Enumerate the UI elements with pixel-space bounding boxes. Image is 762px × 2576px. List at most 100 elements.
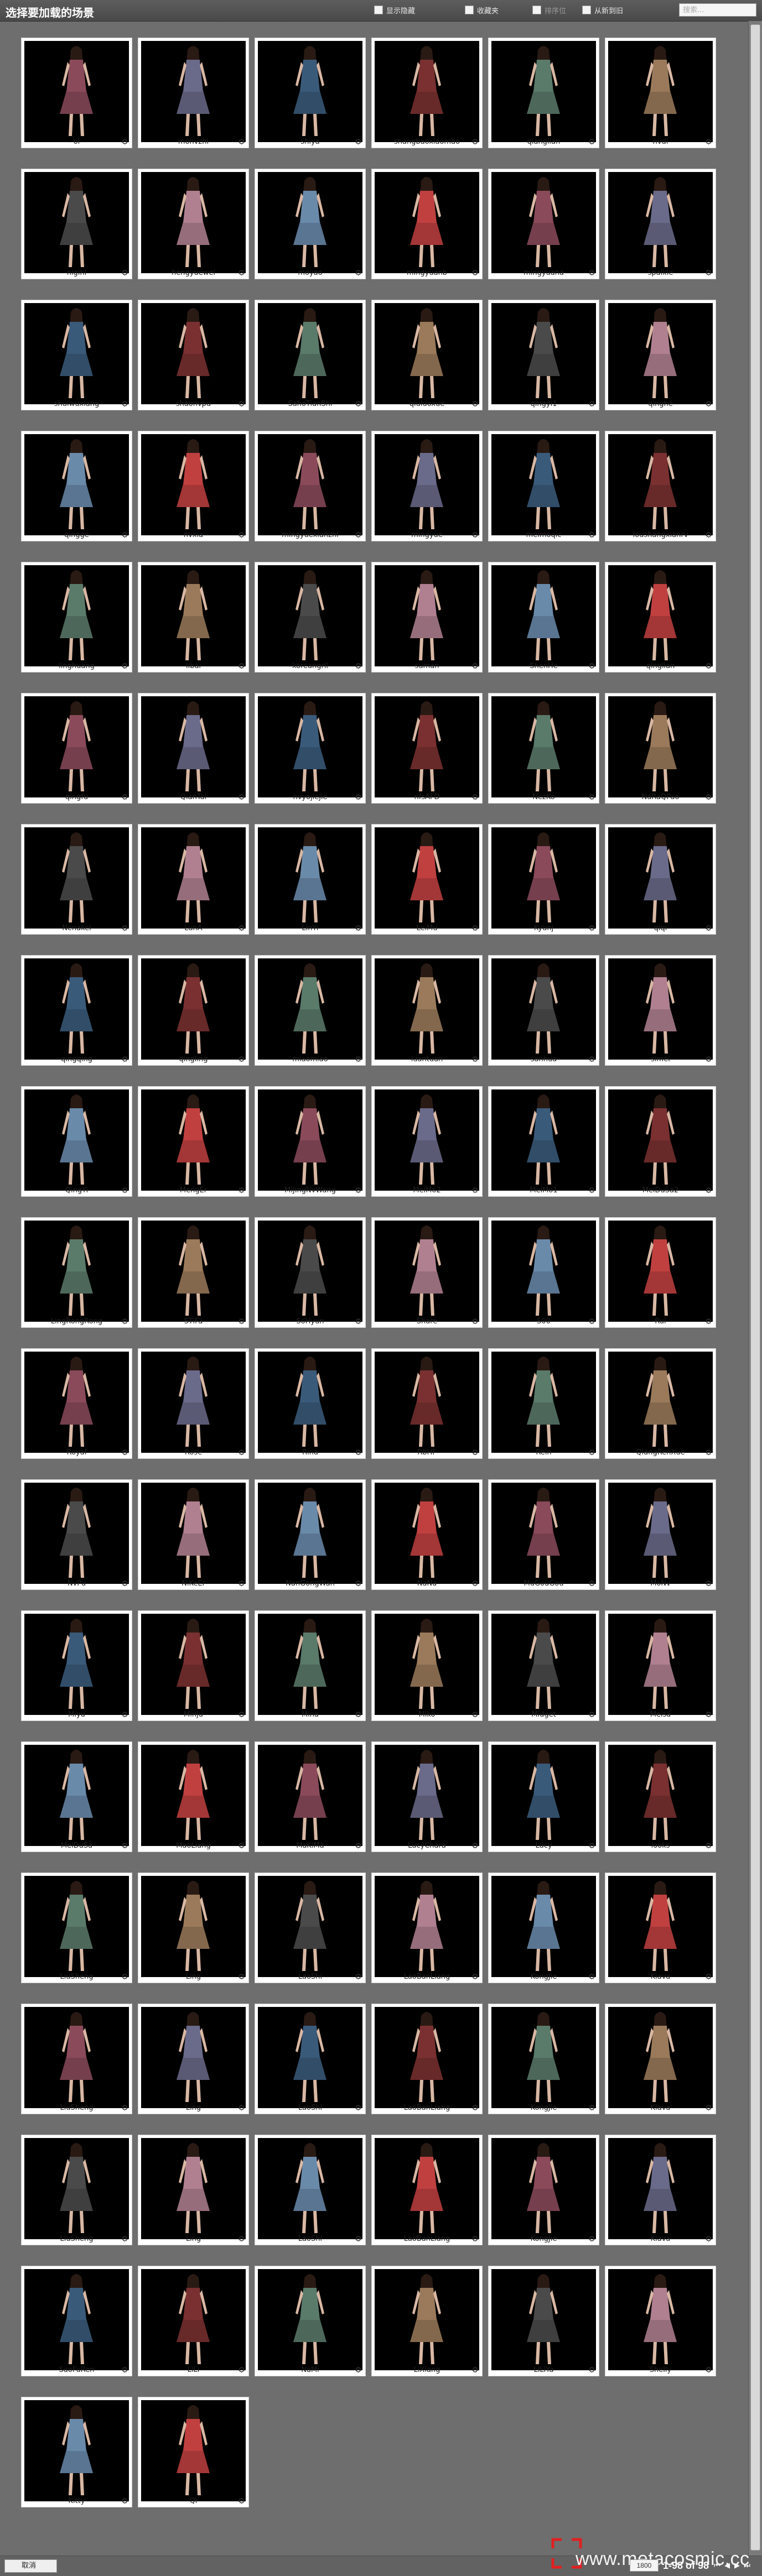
gear-icon[interactable]: ⚙ bbox=[237, 924, 246, 932]
scene-card[interactable]: Ling ⚙ bbox=[138, 1873, 249, 1983]
scene-thumbnail[interactable] bbox=[24, 958, 129, 1060]
gear-icon[interactable]: ⚙ bbox=[588, 1055, 596, 1063]
scene-thumbnail[interactable] bbox=[141, 565, 246, 666]
scene-thumbnail[interactable] bbox=[608, 41, 713, 142]
scene-thumbnail[interactable] bbox=[375, 2007, 479, 2108]
gear-icon[interactable]: ⚙ bbox=[588, 924, 596, 932]
search-input[interactable] bbox=[679, 3, 756, 17]
scene-thumbnail[interactable] bbox=[375, 1483, 479, 1584]
gear-icon[interactable]: ⚙ bbox=[121, 2496, 129, 2505]
scene-thumbnail[interactable] bbox=[491, 1089, 596, 1191]
gear-icon[interactable]: ⚙ bbox=[354, 137, 362, 146]
scene-card[interactable]: nvdi ⚙ bbox=[605, 38, 716, 148]
scene-card[interactable]: shiya ⚙ bbox=[255, 38, 366, 148]
gear-icon[interactable]: ⚙ bbox=[237, 137, 246, 146]
scene-card[interactable]: STiFa ⚙ bbox=[138, 1217, 249, 1328]
sort-toggle[interactable]: 排序位 bbox=[532, 3, 566, 17]
gear-icon[interactable]: ⚙ bbox=[237, 1841, 246, 1850]
gear-icon[interactable]: ⚙ bbox=[121, 1448, 129, 1457]
gear-icon[interactable]: ⚙ bbox=[121, 137, 129, 146]
scene-card[interactable]: Qi ⚙ bbox=[138, 2397, 249, 2507]
scene-card[interactable]: qingling ⚙ bbox=[138, 955, 249, 1066]
scene-thumbnail[interactable] bbox=[258, 41, 362, 142]
scene-card[interactable]: mingyuana ⚙ bbox=[488, 169, 599, 279]
scene-card[interactable]: MiJingNvWang ⚙ bbox=[255, 1086, 366, 1197]
scene-card[interactable]: LiuSheng ⚙ bbox=[21, 2004, 132, 2114]
scene-card[interactable]: ShenHe ⚙ bbox=[488, 562, 599, 672]
scene-card[interactable]: QingYi ⚙ bbox=[21, 1086, 132, 1197]
gear-icon[interactable]: ⚙ bbox=[121, 1972, 129, 1981]
scene-card[interactable]: MeiDuSa ⚙ bbox=[21, 1741, 132, 1852]
gear-icon[interactable]: ⚙ bbox=[354, 661, 362, 670]
gear-icon[interactable]: ⚙ bbox=[471, 1972, 479, 1981]
gear-icon[interactable]: ⚙ bbox=[471, 1710, 479, 1719]
scene-thumbnail[interactable] bbox=[491, 41, 596, 142]
cancel-button[interactable]: 取消 bbox=[4, 2559, 57, 2573]
scene-card[interactable]: SahoTianShi ⚙ bbox=[255, 300, 366, 410]
gear-icon[interactable]: ⚙ bbox=[704, 1972, 713, 1981]
scene-card[interactable]: mingyuanb ⚙ bbox=[371, 169, 483, 279]
gear-icon[interactable]: ⚙ bbox=[704, 1186, 713, 1195]
new-to-old-checkbox[interactable] bbox=[582, 6, 591, 14]
scene-card[interactable]: ol ⚙ bbox=[21, 38, 132, 148]
scene-card[interactable]: sanhua ⚙ bbox=[488, 955, 599, 1066]
gear-icon[interactable]: ⚙ bbox=[237, 1055, 246, 1063]
scene-thumbnail[interactable] bbox=[258, 958, 362, 1060]
scene-card[interactable]: KongJie ⚙ bbox=[488, 1873, 599, 1983]
gear-icon[interactable]: ⚙ bbox=[588, 530, 596, 539]
gear-icon[interactable]: ⚙ bbox=[121, 2103, 129, 2112]
gear-icon[interactable]: ⚙ bbox=[354, 924, 362, 932]
gear-icon[interactable]: ⚙ bbox=[471, 530, 479, 539]
scene-thumbnail[interactable] bbox=[375, 565, 479, 666]
scene-card[interactable]: MaoLiang ⚙ bbox=[138, 1741, 249, 1852]
gear-icon[interactable]: ⚙ bbox=[471, 2234, 479, 2243]
scene-thumbnail[interactable] bbox=[141, 2269, 246, 2370]
scene-thumbnail[interactable] bbox=[24, 1221, 129, 1322]
scene-card[interactable]: spalkle ⚙ bbox=[605, 169, 716, 279]
gear-icon[interactable]: ⚙ bbox=[704, 1055, 713, 1063]
gear-icon[interactable]: ⚙ bbox=[354, 1055, 362, 1063]
gear-icon[interactable]: ⚙ bbox=[237, 1186, 246, 1195]
scene-card[interactable]: LaoBanLiang ⚙ bbox=[371, 2135, 483, 2245]
gear-icon[interactable]: ⚙ bbox=[237, 792, 246, 801]
scene-card[interactable]: Miko ⚙ bbox=[371, 1610, 483, 1721]
page-size-input[interactable]: 1800 bbox=[629, 2559, 659, 2572]
scene-thumbnail[interactable] bbox=[375, 1352, 479, 1453]
scene-card[interactable]: MeiDuSa2 ⚙ bbox=[605, 1086, 716, 1197]
scene-thumbnail[interactable] bbox=[141, 1876, 246, 1977]
gear-icon[interactable]: ⚙ bbox=[704, 2103, 713, 2112]
gear-icon[interactable]: ⚙ bbox=[354, 1841, 362, 1850]
scene-thumbnail[interactable] bbox=[375, 1614, 479, 1715]
scene-thumbnail[interactable] bbox=[491, 1352, 596, 1453]
scene-card[interactable]: MeiMo1 ⚙ bbox=[488, 1086, 599, 1197]
gear-icon[interactable]: ⚙ bbox=[471, 399, 479, 408]
gear-icon[interactable]: ⚙ bbox=[704, 924, 713, 932]
scene-card[interactable]: LiuSheng ⚙ bbox=[21, 1873, 132, 1983]
scene-card[interactable]: LeiMu ⚙ bbox=[371, 824, 483, 935]
scene-card[interactable]: NanGongWan ⚙ bbox=[255, 1479, 366, 1590]
gear-icon[interactable]: ⚙ bbox=[588, 1841, 596, 1850]
sort-checkbox[interactable] bbox=[532, 6, 541, 14]
scene-thumbnail[interactable] bbox=[608, 2007, 713, 2108]
gear-icon[interactable]: ⚙ bbox=[588, 2103, 596, 2112]
gear-icon[interactable]: ⚙ bbox=[354, 1579, 362, 1588]
gear-icon[interactable]: ⚙ bbox=[121, 1055, 129, 1063]
gear-icon[interactable]: ⚙ bbox=[354, 268, 362, 277]
gear-icon[interactable]: ⚙ bbox=[354, 1186, 362, 1195]
gear-icon[interactable]: ⚙ bbox=[237, 661, 246, 670]
scene-thumbnail[interactable] bbox=[491, 958, 596, 1060]
scene-card[interactable]: LunA ⚙ bbox=[138, 824, 249, 935]
gear-icon[interactable]: ⚙ bbox=[354, 1448, 362, 1457]
scene-thumbnail[interactable] bbox=[491, 1221, 596, 1322]
scene-thumbnail[interactable] bbox=[24, 172, 129, 273]
first-page-icon[interactable]: ⏮ bbox=[713, 2561, 721, 2570]
gear-icon[interactable]: ⚙ bbox=[354, 2234, 362, 2243]
scene-card[interactable]: Meisa ⚙ bbox=[605, 1610, 716, 1721]
scene-thumbnail[interactable] bbox=[608, 172, 713, 273]
scene-card[interactable]: Rui ⚙ bbox=[605, 1217, 716, 1328]
gear-icon[interactable]: ⚙ bbox=[354, 1317, 362, 1326]
scene-card[interactable]: NezKo ⚙ bbox=[488, 693, 599, 804]
scene-card[interactable]: Nenakei ⚙ bbox=[21, 824, 132, 935]
gear-icon[interactable]: ⚙ bbox=[121, 2365, 129, 2374]
scene-card[interactable]: Royal ⚙ bbox=[21, 1348, 132, 1459]
